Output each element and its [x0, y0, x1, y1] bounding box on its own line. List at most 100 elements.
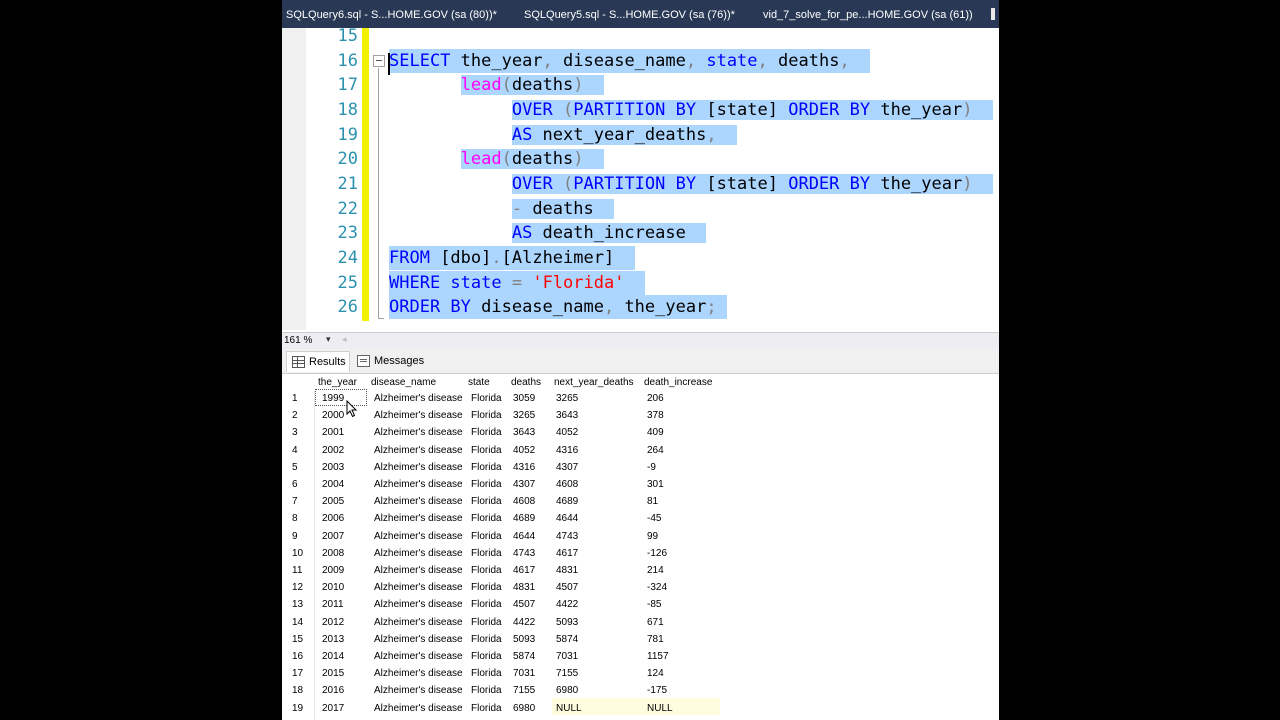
cell-state[interactable]: Florida [471, 442, 502, 459]
row-number[interactable]: 18 [292, 682, 303, 699]
column-header-death-increase[interactable]: death_increase [644, 376, 712, 390]
cell-state[interactable]: Florida [471, 528, 502, 545]
column-header-disease-name[interactable]: disease_name [371, 376, 436, 390]
code-line-17[interactable]: lead(deaths) [389, 73, 605, 97]
cell-deaths[interactable]: 5093 [513, 631, 535, 648]
table-row[interactable]: 12 2010 Alzheimer's disease Florida 4831 4507… [282, 579, 722, 596]
tab-results[interactable]: Results [286, 351, 350, 372]
cell-death-increase[interactable]: 206 [647, 390, 664, 407]
row-number[interactable]: 2 [292, 407, 298, 424]
cell-deaths[interactable]: 4743 [513, 545, 535, 562]
row-number[interactable]: 1 [292, 390, 298, 407]
zoom-level[interactable]: 161 % [284, 335, 312, 346]
cell-next-year-deaths[interactable]: 4617 [556, 545, 578, 562]
cell-next-year-deaths[interactable]: 6980 [556, 682, 578, 699]
row-number[interactable]: 9 [292, 528, 298, 545]
cell-the-year[interactable]: 2013 [322, 631, 344, 648]
cell-death-increase[interactable]: 81 [647, 493, 658, 510]
cell-state[interactable]: Florida [471, 631, 502, 648]
cell-deaths[interactable]: 3059 [513, 390, 535, 407]
cell-deaths[interactable]: 7031 [513, 665, 535, 682]
cell-the-year[interactable]: 2011 [322, 596, 344, 613]
cell-next-year-deaths[interactable]: 4507 [556, 579, 578, 596]
code-line-18[interactable]: OVER (PARTITION BY [state] ORDER BY the_… [389, 98, 993, 122]
collapse-icon[interactable] [373, 55, 385, 67]
cell-death-increase[interactable]: 671 [647, 614, 664, 631]
cell-state[interactable]: Florida [471, 545, 502, 562]
cell-the-year[interactable]: 2001 [322, 424, 344, 441]
cell-next-year-deaths[interactable]: 4689 [556, 493, 578, 510]
cell-death-increase[interactable]: 124 [647, 665, 664, 682]
table-row[interactable]: 17 2015 Alzheimer's disease Florida 7031 7155… [282, 665, 722, 682]
cell-next-year-deaths[interactable]: 4422 [556, 596, 578, 613]
row-number[interactable]: 14 [292, 614, 303, 631]
table-row[interactable]: 7 2005 Alzheimer's disease Florida 4608 4689 8… [282, 493, 722, 510]
column-header-the-year[interactable]: the_year [318, 376, 357, 390]
cell-deaths[interactable]: 4608 [513, 493, 535, 510]
tab-overflow-scrollbar[interactable] [991, 8, 995, 20]
cell-state[interactable]: Florida [471, 510, 502, 527]
table-row[interactable]: 10 2008 Alzheimer's disease Florida 4743 4617… [282, 545, 722, 562]
cell-the-year[interactable]: 2015 [322, 665, 344, 682]
selected-cell[interactable] [315, 389, 367, 406]
tab-vid7[interactable]: vid_7_solve_for_pe...HOME.GOV (sa (61)) [763, 0, 973, 28]
tab-messages[interactable]: Messages [352, 351, 424, 371]
cell-death-increase[interactable]: -45 [647, 510, 661, 527]
cell-disease-name[interactable]: Alzheimer's disease [374, 648, 463, 665]
code-line-24[interactable]: FROM [dbo].[Alzheimer] [389, 246, 635, 270]
cell-state[interactable]: Florida [471, 390, 502, 407]
cell-next-year-deaths[interactable]: 7155 [556, 665, 578, 682]
cell-disease-name[interactable]: Alzheimer's disease [374, 459, 463, 476]
code-line-20[interactable]: lead(deaths) [389, 147, 605, 171]
cell-disease-name[interactable]: Alzheimer's disease [374, 493, 463, 510]
row-number[interactable]: 7 [292, 493, 298, 510]
cell-death-increase[interactable]: -85 [647, 596, 661, 613]
code-line-22[interactable]: - deaths [389, 197, 615, 221]
row-number[interactable]: 19 [292, 700, 303, 717]
cell-disease-name[interactable]: Alzheimer's disease [374, 390, 463, 407]
cell-disease-name[interactable]: Alzheimer's disease [374, 562, 463, 579]
tab-sqlquery6[interactable]: SQLQuery6.sql - S...HOME.GOV (sa (80))* [286, 0, 497, 28]
cell-next-year-deaths[interactable]: 5874 [556, 631, 578, 648]
cell-state[interactable]: Florida [471, 596, 502, 613]
cell-state[interactable]: Florida [471, 682, 502, 699]
cell-next-year-deaths[interactable]: 4644 [556, 510, 578, 527]
cell-death-increase[interactable]: -9 [647, 459, 656, 476]
table-row[interactable]: 8 2006 Alzheimer's disease Florida 4689 4644 -… [282, 510, 722, 527]
table-row[interactable]: 9 2007 Alzheimer's disease Florida 4644 4743 9… [282, 528, 722, 545]
cell-the-year[interactable]: 2017 [322, 700, 344, 717]
cell-state[interactable]: Florida [471, 407, 502, 424]
cell-death-increase[interactable]: -126 [647, 545, 667, 562]
cell-the-year[interactable]: 2006 [322, 510, 344, 527]
table-row[interactable]: 13 2011 Alzheimer's disease Florida 4507 4422… [282, 596, 722, 613]
cell-death-increase[interactable]: NULL [647, 700, 673, 717]
cell-the-year[interactable]: 2016 [322, 682, 344, 699]
cell-death-increase[interactable]: 378 [647, 407, 664, 424]
cell-next-year-deaths[interactable]: 3265 [556, 390, 578, 407]
scroll-left-icon[interactable]: ◂ [342, 334, 347, 345]
cell-deaths[interactable]: 4831 [513, 579, 535, 596]
cell-state[interactable]: Florida [471, 562, 502, 579]
cell-state[interactable]: Florida [471, 459, 502, 476]
cell-disease-name[interactable]: Alzheimer's disease [374, 528, 463, 545]
cell-the-year[interactable]: 2008 [322, 545, 344, 562]
cell-the-year[interactable]: 2004 [322, 476, 344, 493]
code-line-21[interactable]: OVER (PARTITION BY [state] ORDER BY the_… [389, 172, 993, 196]
cell-state[interactable]: Florida [471, 700, 502, 717]
chevron-down-icon[interactable]: ▾ [326, 334, 331, 345]
cell-disease-name[interactable]: Alzheimer's disease [374, 424, 463, 441]
cell-death-increase[interactable]: 409 [647, 424, 664, 441]
cell-state[interactable]: Florida [471, 579, 502, 596]
cell-death-increase[interactable]: 214 [647, 562, 664, 579]
row-number[interactable]: 16 [292, 648, 303, 665]
cell-the-year[interactable]: 2007 [322, 528, 344, 545]
row-number[interactable]: 4 [292, 442, 298, 459]
code-line-16[interactable]: SELECT the_year, disease_name, state, de… [389, 49, 871, 73]
cell-death-increase[interactable]: 99 [647, 528, 658, 545]
cell-deaths[interactable]: 3643 [513, 424, 535, 441]
cell-deaths[interactable]: 4617 [513, 562, 535, 579]
cell-deaths[interactable]: 6980 [513, 700, 535, 717]
cell-death-increase[interactable]: 301 [647, 476, 664, 493]
cell-next-year-deaths[interactable]: 4316 [556, 442, 578, 459]
cell-the-year[interactable]: 2014 [322, 648, 344, 665]
